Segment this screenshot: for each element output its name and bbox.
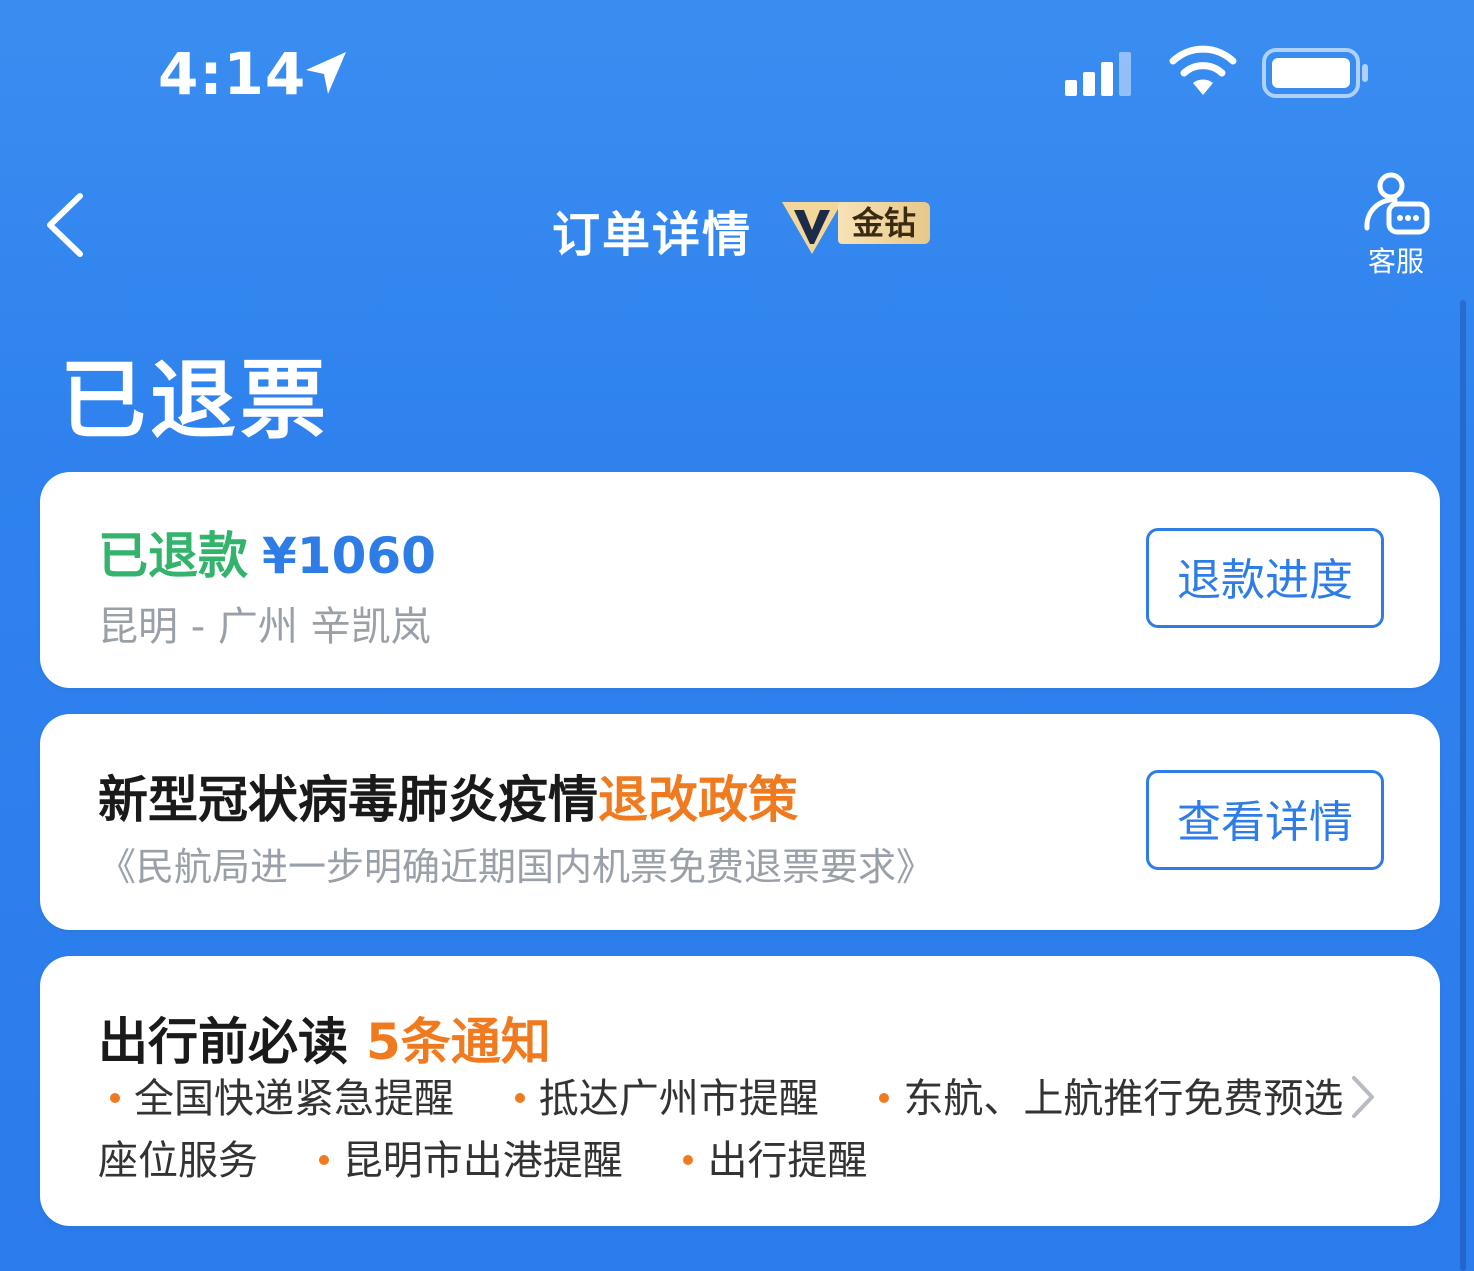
- route-passenger: 昆明 - 广州 辛凯岚: [98, 604, 431, 650]
- travel-notice-card[interactable]: 出行前必读 5条通知 全国快递紧急提醒 抵达广州市提醒 东航、上航推行免费预选座位…: [40, 956, 1440, 1226]
- refund-status: 已退款: [98, 527, 248, 585]
- list-item[interactable]: 抵达广州市提醒: [503, 1076, 819, 1122]
- vip-label: 金钻: [838, 202, 930, 244]
- bullet-dot-icon: [514, 1093, 525, 1103]
- list-item[interactable]: 出行提醒: [671, 1138, 867, 1184]
- navigation-bar: 订单详情 金钻 客服: [0, 160, 1474, 290]
- bullet-dot-icon: [683, 1155, 694, 1165]
- refund-summary: 已退款 ¥1060: [98, 516, 436, 588]
- battery-icon: [1262, 48, 1368, 98]
- bullet-dot-icon: [879, 1093, 890, 1103]
- status-bar: 4:14: [0, 0, 1474, 140]
- notice-count: 5条通知: [366, 1013, 551, 1071]
- refund-amount: ¥1060: [262, 527, 436, 585]
- list-item[interactable]: 昆明市出港提醒: [307, 1138, 623, 1184]
- policy-title-main: 新型冠状病毒肺炎疫情: [98, 771, 598, 829]
- refund-card: 已退款 ¥1060 昆明 - 广州 辛凯岚 退款进度: [40, 472, 1440, 688]
- status-time: 4:14: [158, 40, 307, 108]
- customer-service-label: 客服: [1367, 245, 1424, 278]
- view-details-button[interactable]: 查看详情: [1146, 770, 1384, 870]
- vip-v-icon: [782, 202, 842, 254]
- back-chevron-icon[interactable]: [40, 190, 90, 260]
- customer-service-icon: [1364, 172, 1430, 235]
- order-status-title: 已退票: [60, 351, 330, 451]
- policy-title: 新型冠状病毒肺炎疫情退改政策: [98, 760, 798, 832]
- scroll-indicator: [1460, 300, 1466, 1271]
- notice-list: 全国快递紧急提醒 抵达广州市提醒 东航、上航推行免费预选座位服务 昆明市出港提醒…: [98, 1068, 1348, 1192]
- policy-title-highlight: 退改政策: [598, 771, 798, 829]
- page-title: 订单详情: [552, 207, 753, 263]
- bullet-dot-icon: [110, 1093, 120, 1103]
- notice-title: 出行前必读 5条通知: [98, 1002, 551, 1074]
- wifi-icon: [1169, 45, 1237, 95]
- policy-card: 新型冠状病毒肺炎疫情退改政策 《民航局进一步明确近期国内机票免费退票要求》 查看…: [40, 714, 1440, 930]
- location-arrow-icon: [306, 52, 346, 94]
- policy-subtitle: 《民航局进一步明确近期国内机票免费退票要求》: [98, 845, 935, 889]
- vip-badge: 金钻: [780, 196, 930, 254]
- chevron-right-icon[interactable]: [1348, 1072, 1378, 1122]
- bullet-dot-icon: [318, 1155, 329, 1165]
- notice-heading: 出行前必读: [98, 1013, 348, 1071]
- list-item[interactable]: 全国快递紧急提醒: [98, 1076, 454, 1122]
- customer-service-button[interactable]: 客服: [1356, 170, 1436, 280]
- refund-progress-button[interactable]: 退款进度: [1146, 528, 1384, 628]
- cellular-signal-icon: [1065, 52, 1131, 96]
